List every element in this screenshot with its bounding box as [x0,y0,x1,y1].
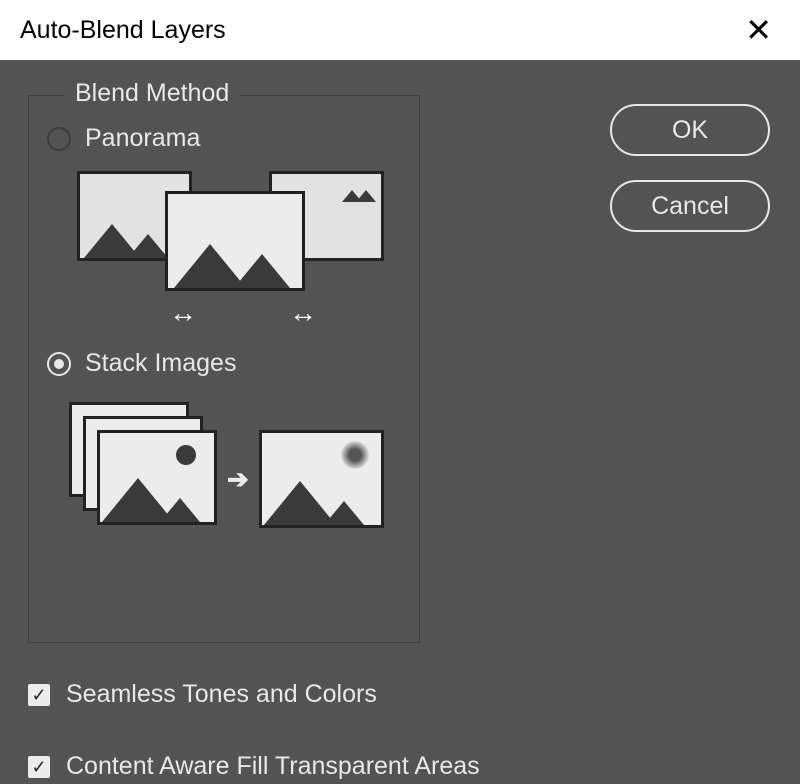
checkbox-label: Content Aware Fill Transparent Areas [66,752,480,781]
radio-dot-icon [54,359,64,369]
horizontal-arrow-icon: ↔ [289,297,317,329]
close-icon[interactable]: ✕ [745,14,772,46]
cancel-button[interactable]: Cancel [610,180,770,232]
radio-icon [47,127,71,151]
blend-method-legend: Blend Method [65,79,239,108]
radio-panorama[interactable]: Panorama [29,124,419,153]
stack-illustration: ➔ [69,402,389,547]
radio-label: Stack Images [85,349,236,378]
check-icon: ✓ [31,758,46,776]
check-icon: ✓ [31,686,46,704]
ok-button[interactable]: OK [610,104,770,156]
radio-icon [47,352,71,376]
checkbox-content-aware-fill[interactable]: ✓ Content Aware Fill Transparent Areas [28,752,480,781]
dialog-title: Auto-Blend Layers [20,16,226,45]
dialog-body: Blend Method Panorama ↔ ↔ [0,60,800,784]
panorama-illustration: ↔ ↔ [69,171,389,331]
horizontal-arrow-icon: ↔ [169,297,197,329]
checkbox-icon: ✓ [28,756,50,778]
radio-label: Panorama [85,124,200,153]
blend-method-group: Blend Method Panorama ↔ ↔ [28,95,420,643]
checkbox-label: Seamless Tones and Colors [66,680,377,709]
right-arrow-icon: ➔ [227,464,249,495]
titlebar: Auto-Blend Layers ✕ [0,0,800,60]
radio-stack-images[interactable]: Stack Images [29,349,419,378]
checkbox-seamless-tones[interactable]: ✓ Seamless Tones and Colors [28,680,377,709]
checkbox-icon: ✓ [28,684,50,706]
